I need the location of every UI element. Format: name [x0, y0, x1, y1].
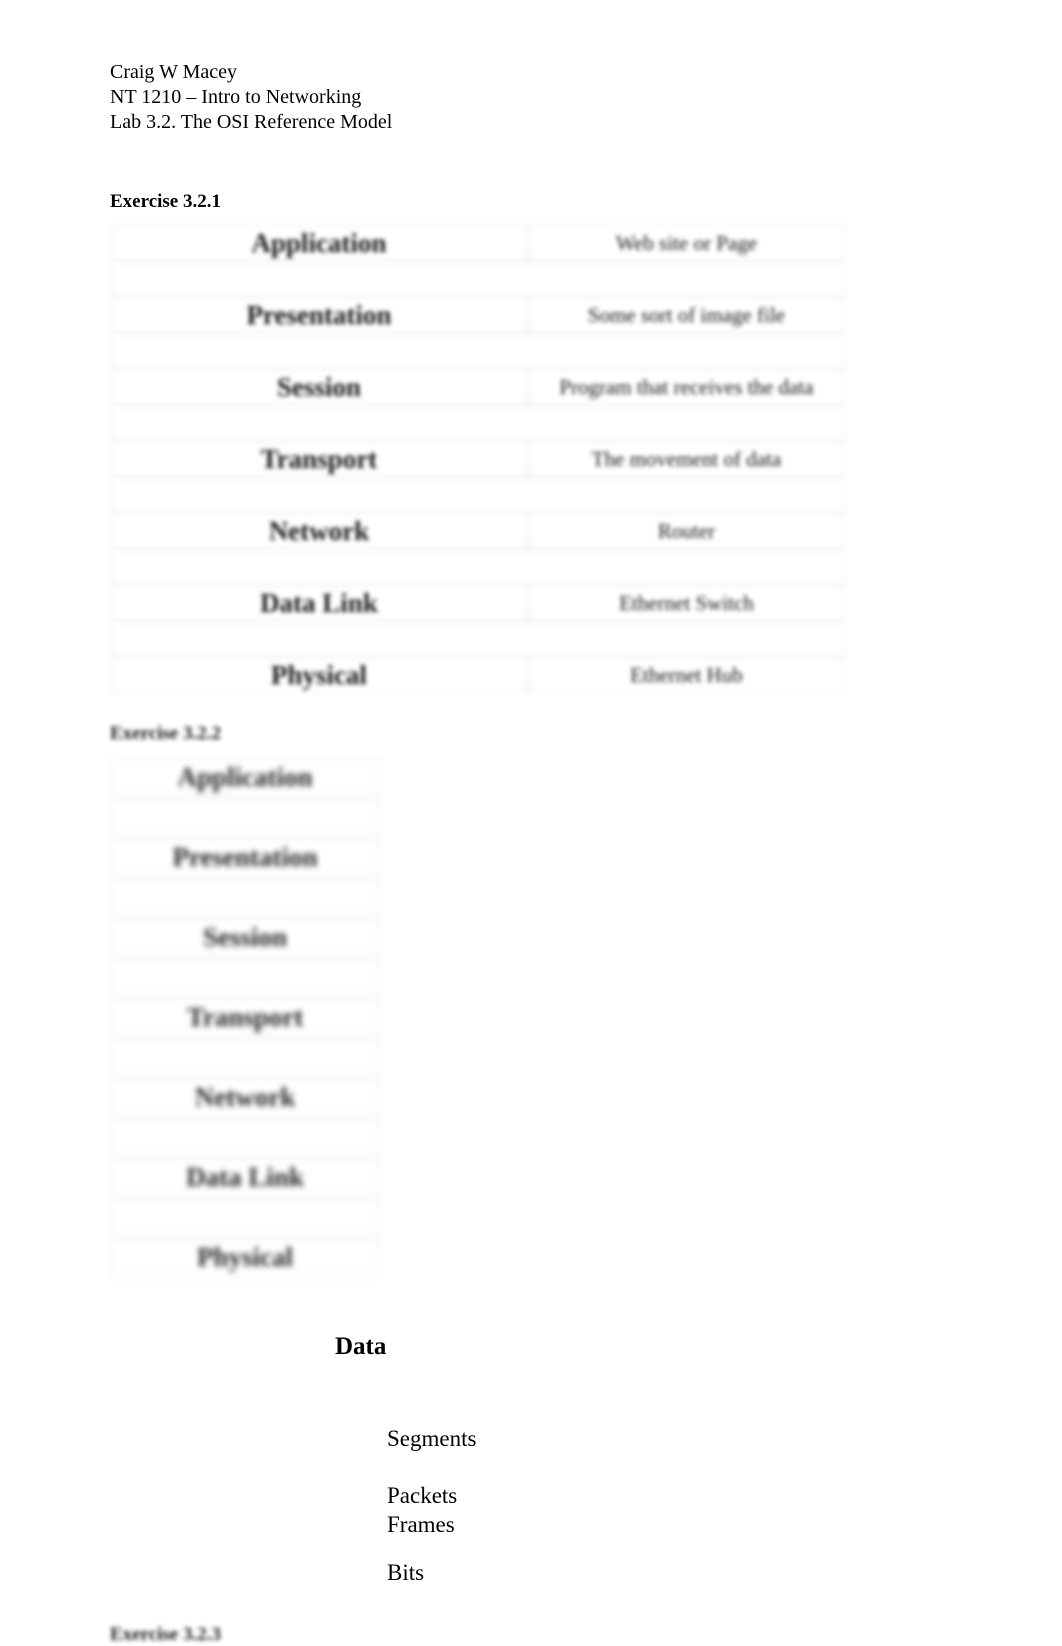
pdu-item: Segments: [387, 1425, 952, 1454]
exercise-1-title: Exercise 3.2.1: [110, 191, 952, 213]
table-row: Application Web site or Page: [110, 225, 845, 261]
table-row: Physical: [110, 1237, 380, 1277]
table-row: Network Router: [110, 513, 845, 549]
layer-name: Presentation: [173, 842, 318, 872]
exercise-2-title: Exercise 3.2.2: [110, 723, 952, 745]
osi-example-table: Application Web site or Page Presentatio…: [110, 225, 845, 693]
layer-example: The movement of data: [592, 447, 782, 471]
lab-title: Lab 3.2. The OSI Reference Model: [110, 110, 952, 135]
table-row: Presentation Some sort of image file: [110, 297, 845, 333]
layer-example: Some sort of image file: [588, 303, 785, 327]
layer-name: Network: [269, 516, 369, 546]
layer-name: Presentation: [246, 300, 391, 330]
layer-example: Web site or Page: [616, 231, 757, 255]
layer-name: Transport: [187, 1002, 304, 1032]
layer-name: Physical: [271, 660, 367, 690]
table-row: Application: [110, 757, 380, 797]
layer-name: Application: [251, 228, 386, 258]
pdu-item: Packets: [387, 1482, 952, 1511]
layer-name: Data Link: [186, 1162, 304, 1192]
pdu-item: Frames: [387, 1511, 952, 1540]
table-row: Transport: [110, 997, 380, 1037]
layer-example: Ethernet Switch: [619, 591, 754, 615]
pdu-item: Bits: [387, 1559, 952, 1588]
layer-name: Application: [177, 762, 312, 792]
osi-layers-table: Application Presentation Session Transpo…: [110, 757, 380, 1277]
layer-example: Router: [658, 519, 715, 543]
table-row: Presentation: [110, 837, 380, 877]
layer-name: Data Link: [260, 588, 378, 618]
pdu-header: Data: [335, 1333, 952, 1361]
layer-name: Physical: [197, 1242, 293, 1272]
table-row: Data Link: [110, 1157, 380, 1197]
author-name: Craig W Macey: [110, 60, 952, 85]
layer-example: Program that receives the data: [559, 375, 813, 399]
layer-name: Network: [195, 1082, 295, 1112]
layer-name: Session: [277, 372, 361, 402]
table-row: Physical Ethernet Hub: [110, 657, 845, 693]
table-row: Session Program that receives the data: [110, 369, 845, 405]
exercise-3-title: Exercise 3.2.3: [110, 1624, 952, 1646]
layer-example: Ethernet Hub: [630, 663, 743, 687]
layer-name: Session: [203, 922, 287, 952]
table-row: Session: [110, 917, 380, 957]
course-title: NT 1210 – Intro to Networking: [110, 85, 952, 110]
layer-name: Transport: [261, 444, 378, 474]
table-row: Data Link Ethernet Switch: [110, 585, 845, 621]
table-row: Transport The movement of data: [110, 441, 845, 477]
table-row: Network: [110, 1077, 380, 1117]
